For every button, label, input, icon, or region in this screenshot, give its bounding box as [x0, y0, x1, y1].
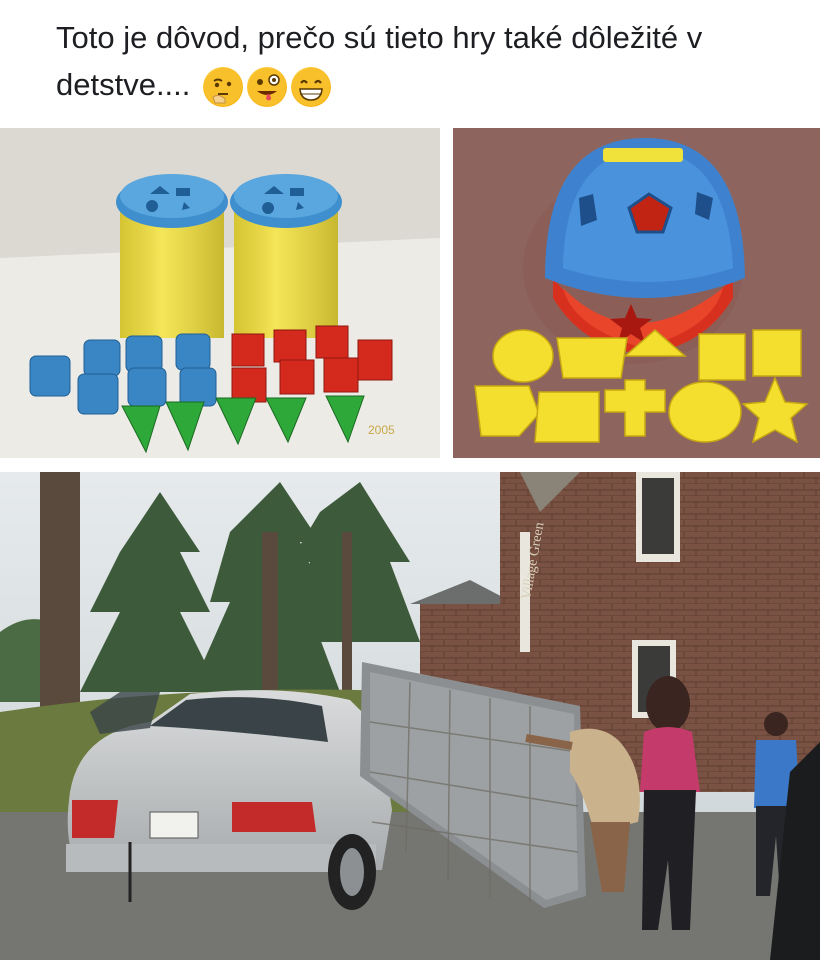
- shape-sorter-cans-photo: 2005: [0, 128, 440, 458]
- thinking-face-emoji-icon: [203, 66, 244, 107]
- photo-watermark: 2005: [368, 423, 395, 437]
- emoji-group: [203, 66, 332, 107]
- zany-face-emoji-icon: [247, 66, 288, 107]
- post-caption-text: Toto je dôvod, prečo sú tieto hry také d…: [56, 20, 703, 102]
- post-caption: Toto je dôvod, prečo sú tieto hry také d…: [56, 14, 776, 108]
- mattress-car-photo: Village Green: [0, 472, 820, 960]
- grinning-face-emoji-icon: [291, 66, 332, 107]
- shape-sorter-ball-photo: [453, 128, 820, 458]
